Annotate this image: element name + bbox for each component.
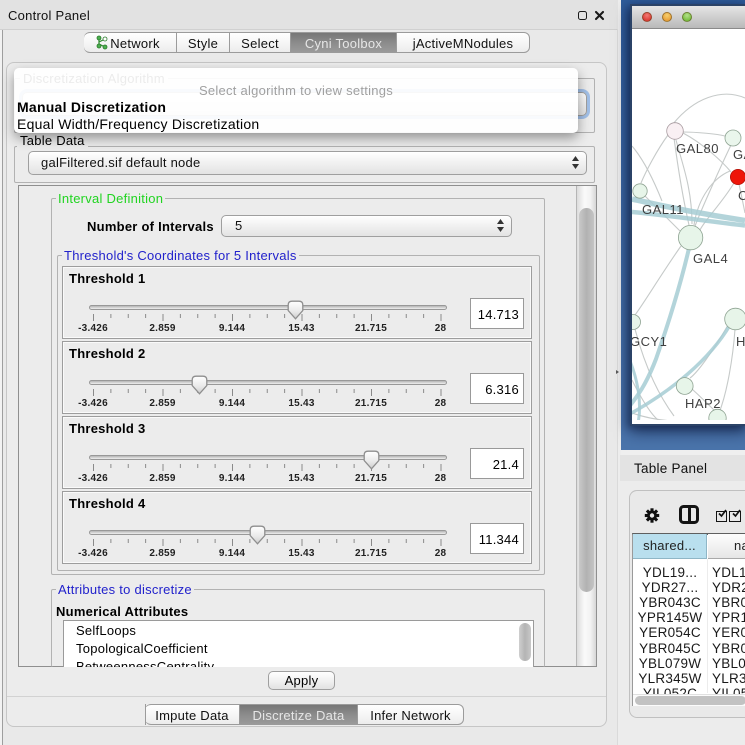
svg-text:GAL80: GAL80 bbox=[676, 141, 719, 156]
svg-text:HAP2: HAP2 bbox=[685, 396, 721, 411]
svg-text:GAL4: GAL4 bbox=[693, 251, 728, 266]
svg-text:GCY1: GCY1 bbox=[632, 334, 667, 349]
svg-text:H: H bbox=[736, 334, 745, 349]
svg-text:GA: GA bbox=[733, 147, 745, 162]
svg-text:GAL11: GAL11 bbox=[642, 202, 684, 217]
svg-text:C: C bbox=[738, 188, 745, 203]
